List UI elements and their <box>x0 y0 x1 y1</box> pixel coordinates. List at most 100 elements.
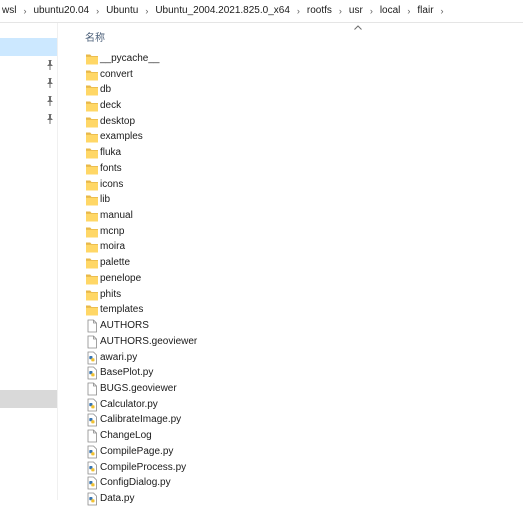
file-row[interactable]: mcnp <box>72 224 523 240</box>
file-name[interactable]: db <box>100 83 111 97</box>
file-row[interactable]: awari.py <box>72 350 523 366</box>
file-name[interactable]: phits <box>100 288 121 302</box>
file-row[interactable]: CompilePage.py <box>72 444 523 460</box>
file-list[interactable]: 名称 __pycache__convert db deck desktop exampl… <box>72 23 523 506</box>
file-name[interactable]: templates <box>100 303 143 317</box>
file-row[interactable]: convert <box>72 67 523 83</box>
file-name[interactable]: desktop <box>100 115 135 129</box>
file-name[interactable]: AUTHORS <box>100 319 149 333</box>
nav-item-quick-access[interactable] <box>0 110 57 128</box>
file-row[interactable]: BasePlot.py <box>72 365 523 381</box>
file-row[interactable]: ConfigDialog.py <box>72 475 523 491</box>
file-row[interactable]: icons <box>72 177 523 193</box>
file-name[interactable]: lib <box>100 193 110 207</box>
navigation-pane[interactable] <box>0 23 58 500</box>
file-row[interactable]: CalibrateImage.py <box>72 413 523 429</box>
breadcrumb-item[interactable]: flair <box>412 0 438 22</box>
file-name[interactable]: moira <box>100 240 125 254</box>
column-header[interactable]: 名称 <box>72 23 523 45</box>
file-row[interactable]: desktop <box>72 114 523 130</box>
python-file-icon <box>87 492 97 506</box>
file-name[interactable]: convert <box>100 68 133 82</box>
file-name[interactable]: AUTHORS.geoviewer <box>100 335 197 349</box>
column-name-label[interactable]: 名称 <box>85 29 105 44</box>
file-name[interactable]: BUGS.geoviewer <box>100 382 177 396</box>
file-row[interactable]: AUTHORS.geoviewer <box>72 334 523 350</box>
file-name[interactable]: CompilePage.py <box>100 445 173 459</box>
pin-icon[interactable] <box>44 113 56 125</box>
file-name[interactable]: examples <box>100 130 143 144</box>
file-row[interactable]: BUGS.geoviewer <box>72 381 523 397</box>
breadcrumb-item[interactable]: wsl <box>0 0 21 22</box>
pin-icon[interactable] <box>44 95 56 107</box>
file-row[interactable]: __pycache__ <box>72 51 523 67</box>
file-name[interactable]: manual <box>100 209 133 223</box>
file-name[interactable]: awari.py <box>100 351 137 365</box>
file-name[interactable]: penelope <box>100 272 141 286</box>
file-name[interactable]: Calculator.py <box>100 398 158 412</box>
breadcrumb-item[interactable]: local <box>375 0 406 22</box>
file-row[interactable]: Calculator.py <box>72 397 523 413</box>
chevron-right-icon[interactable]: › <box>94 6 101 16</box>
breadcrumb-item[interactable]: usr <box>344 0 368 22</box>
file-name[interactable]: palette <box>100 256 130 270</box>
chevron-up-icon <box>354 25 362 30</box>
nav-item-quick-access[interactable] <box>0 74 57 92</box>
folder-icon <box>86 117 98 128</box>
file-name[interactable]: Data.py <box>100 492 134 506</box>
file-row[interactable]: templates <box>72 303 523 319</box>
file-name[interactable]: icons <box>100 178 123 192</box>
file-name[interactable]: mcnp <box>100 225 124 239</box>
python-file-icon <box>87 461 97 474</box>
file-row[interactable]: AUTHORS <box>72 318 523 334</box>
breadcrumb-item[interactable]: Ubuntu_2004.2021.825.0_x64 <box>150 0 295 22</box>
file-row[interactable]: palette <box>72 255 523 271</box>
chevron-right-icon[interactable]: › <box>368 6 375 16</box>
file-name[interactable]: CalibrateImage.py <box>100 413 181 427</box>
file-name[interactable]: BasePlot.py <box>100 366 153 380</box>
breadcrumb: wsl › ubuntu20.04 › Ubuntu › Ubuntu_2004.2021.… <box>0 0 523 23</box>
breadcrumb-item[interactable]: ubuntu20.04 <box>28 0 94 22</box>
breadcrumb-item[interactable]: rootfs <box>302 0 337 22</box>
file-row[interactable]: phits <box>72 287 523 303</box>
file-row[interactable]: examples <box>72 130 523 146</box>
nav-item-quick-access[interactable] <box>0 56 57 74</box>
file-row[interactable]: lib <box>72 192 523 208</box>
file-row[interactable]: ChangeLog <box>72 428 523 444</box>
chevron-right-icon[interactable]: › <box>439 6 446 16</box>
chevron-right-icon[interactable]: › <box>295 6 302 16</box>
file-row[interactable]: penelope <box>72 271 523 287</box>
chevron-right-icon[interactable]: › <box>337 6 344 16</box>
folder-icon <box>86 227 98 238</box>
file-name[interactable]: CompileProcess.py <box>100 461 186 475</box>
breadcrumb-item[interactable]: Ubuntu <box>101 0 143 22</box>
file-row[interactable]: db <box>72 82 523 98</box>
file-name[interactable]: deck <box>100 99 121 113</box>
nav-item-selected[interactable] <box>0 38 57 56</box>
file-row[interactable]: manual <box>72 208 523 224</box>
folder-icon <box>86 242 98 253</box>
nav-item-quick-access[interactable] <box>0 92 57 110</box>
file-row[interactable]: moira <box>72 240 523 256</box>
file-name[interactable]: ChangeLog <box>100 429 152 443</box>
file-icon <box>87 429 97 443</box>
chevron-right-icon[interactable]: › <box>405 6 412 16</box>
nav-item-hovered[interactable] <box>0 390 57 408</box>
file-row[interactable]: CompileProcess.py <box>72 460 523 476</box>
file-row[interactable]: fluka <box>72 145 523 161</box>
pin-icon[interactable] <box>44 77 56 89</box>
file-row[interactable]: Data.py <box>72 491 523 507</box>
folder-icon <box>86 132 98 143</box>
folder-icon <box>86 54 98 65</box>
python-file-icon <box>87 351 97 364</box>
file-name[interactable]: __pycache__ <box>100 52 160 66</box>
file-name[interactable]: ConfigDialog.py <box>100 476 171 490</box>
file-row[interactable]: fonts <box>72 161 523 177</box>
pin-icon[interactable] <box>44 59 56 71</box>
python-file-icon <box>87 398 97 412</box>
file-name[interactable]: fluka <box>100 146 121 160</box>
file-row[interactable]: deck <box>72 98 523 114</box>
chevron-right-icon[interactable]: › <box>21 6 28 16</box>
file-name[interactable]: fonts <box>100 162 122 176</box>
chevron-right-icon[interactable]: › <box>143 6 150 16</box>
